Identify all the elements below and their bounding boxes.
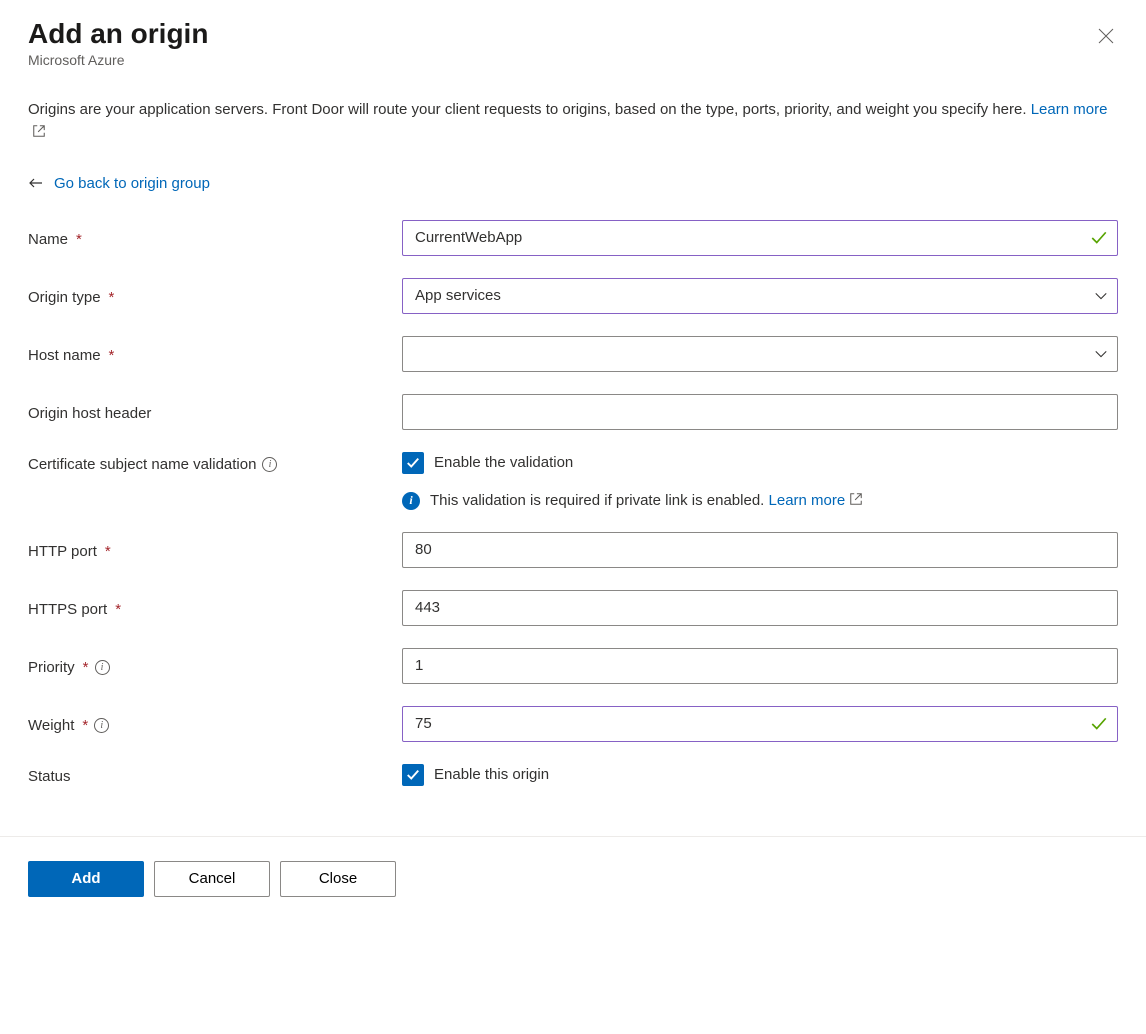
status-label: Status: [28, 764, 402, 785]
add-button[interactable]: Add: [28, 861, 144, 897]
info-icon: i: [402, 492, 420, 510]
validation-learn-more-link[interactable]: Learn more: [769, 492, 864, 509]
http-port-label: HTTP port*: [28, 539, 402, 560]
checkmark-icon: [1090, 715, 1108, 733]
enable-validation-label: Enable the validation: [434, 454, 573, 471]
host-name-select[interactable]: [402, 336, 1118, 372]
cert-validation-label: Certificate subject name validation i: [28, 452, 402, 473]
enable-origin-checkbox[interactable]: [402, 764, 424, 786]
external-link-icon: [849, 492, 863, 506]
priority-input[interactable]: [402, 648, 1118, 684]
check-icon: [406, 768, 420, 782]
external-link-icon: [32, 124, 46, 138]
back-link[interactable]: Go back to origin group: [28, 175, 210, 192]
arrow-left-icon: [28, 175, 44, 191]
name-input[interactable]: [402, 220, 1118, 256]
close-icon[interactable]: [1094, 24, 1118, 48]
info-icon[interactable]: i: [95, 660, 110, 675]
panel-title: Add an origin: [28, 18, 208, 50]
info-icon[interactable]: i: [262, 457, 277, 472]
close-button[interactable]: Close: [280, 861, 396, 897]
enable-validation-checkbox[interactable]: [402, 452, 424, 474]
cancel-button[interactable]: Cancel: [154, 861, 270, 897]
weight-input[interactable]: [402, 706, 1118, 742]
host-header-label: Origin host header: [28, 401, 402, 422]
info-icon[interactable]: i: [94, 718, 109, 733]
panel-subtitle: Microsoft Azure: [28, 52, 208, 68]
weight-label: Weight* i: [28, 713, 402, 734]
https-port-label: HTTPS port*: [28, 597, 402, 618]
origin-type-select[interactable]: App services: [402, 278, 1118, 314]
https-port-input[interactable]: [402, 590, 1118, 626]
check-icon: [406, 456, 420, 470]
enable-origin-label: Enable this origin: [434, 766, 549, 783]
host-name-label: Host name*: [28, 343, 402, 364]
priority-label: Priority* i: [28, 655, 402, 676]
host-header-input[interactable]: [402, 394, 1118, 430]
checkmark-icon: [1090, 229, 1108, 247]
name-label: Name*: [28, 227, 402, 248]
validation-info-message: i This validation is required if private…: [402, 492, 1118, 510]
origin-type-label: Origin type*: [28, 285, 402, 306]
intro-text: Origins are your application servers. Fr…: [28, 98, 1118, 145]
http-port-input[interactable]: [402, 532, 1118, 568]
